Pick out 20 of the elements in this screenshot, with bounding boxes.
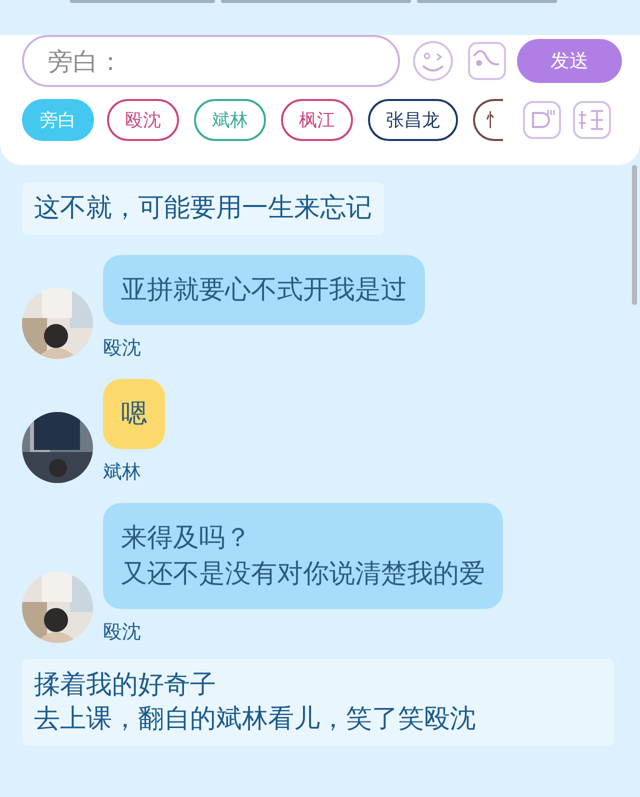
emoji-icon[interactable] (412, 40, 454, 82)
speaker-chip[interactable]: 殴沈 (107, 99, 179, 141)
speaker-name: 殴沈 (103, 337, 141, 359)
narration-text: 这不就，可能要用一生来忘记 (22, 182, 384, 235)
voice-icon[interactable] (523, 101, 561, 139)
message-bubble: 亚拼就要心不式开我是过 (103, 255, 425, 325)
speaker-name: 殴沈 (103, 621, 141, 643)
message-bubble: 来得及吗？ 又还不是没有对你说清楚我的爱 (103, 503, 503, 609)
message-bubble: 嗯 (103, 379, 165, 449)
speaker-chip[interactable]: 张昌龙 (368, 99, 458, 141)
tool-icon[interactable] (573, 101, 611, 139)
speaker-chip[interactable]: 斌林 (194, 99, 266, 141)
speaker-name: 斌林 (103, 461, 141, 483)
image-icon[interactable] (468, 42, 506, 80)
narration-text: 揉着我的好奇子 去上课，翻自的斌林看儿，笑了笑殴沈 (22, 659, 614, 746)
speaker-chip[interactable]: 枫江 (281, 99, 353, 141)
message-input[interactable]: 旁白： (22, 35, 400, 87)
scrollbar[interactable] (632, 165, 637, 305)
speaker-chip[interactable]: 忄 (473, 99, 503, 141)
send-button[interactable]: 发送 (517, 39, 622, 83)
